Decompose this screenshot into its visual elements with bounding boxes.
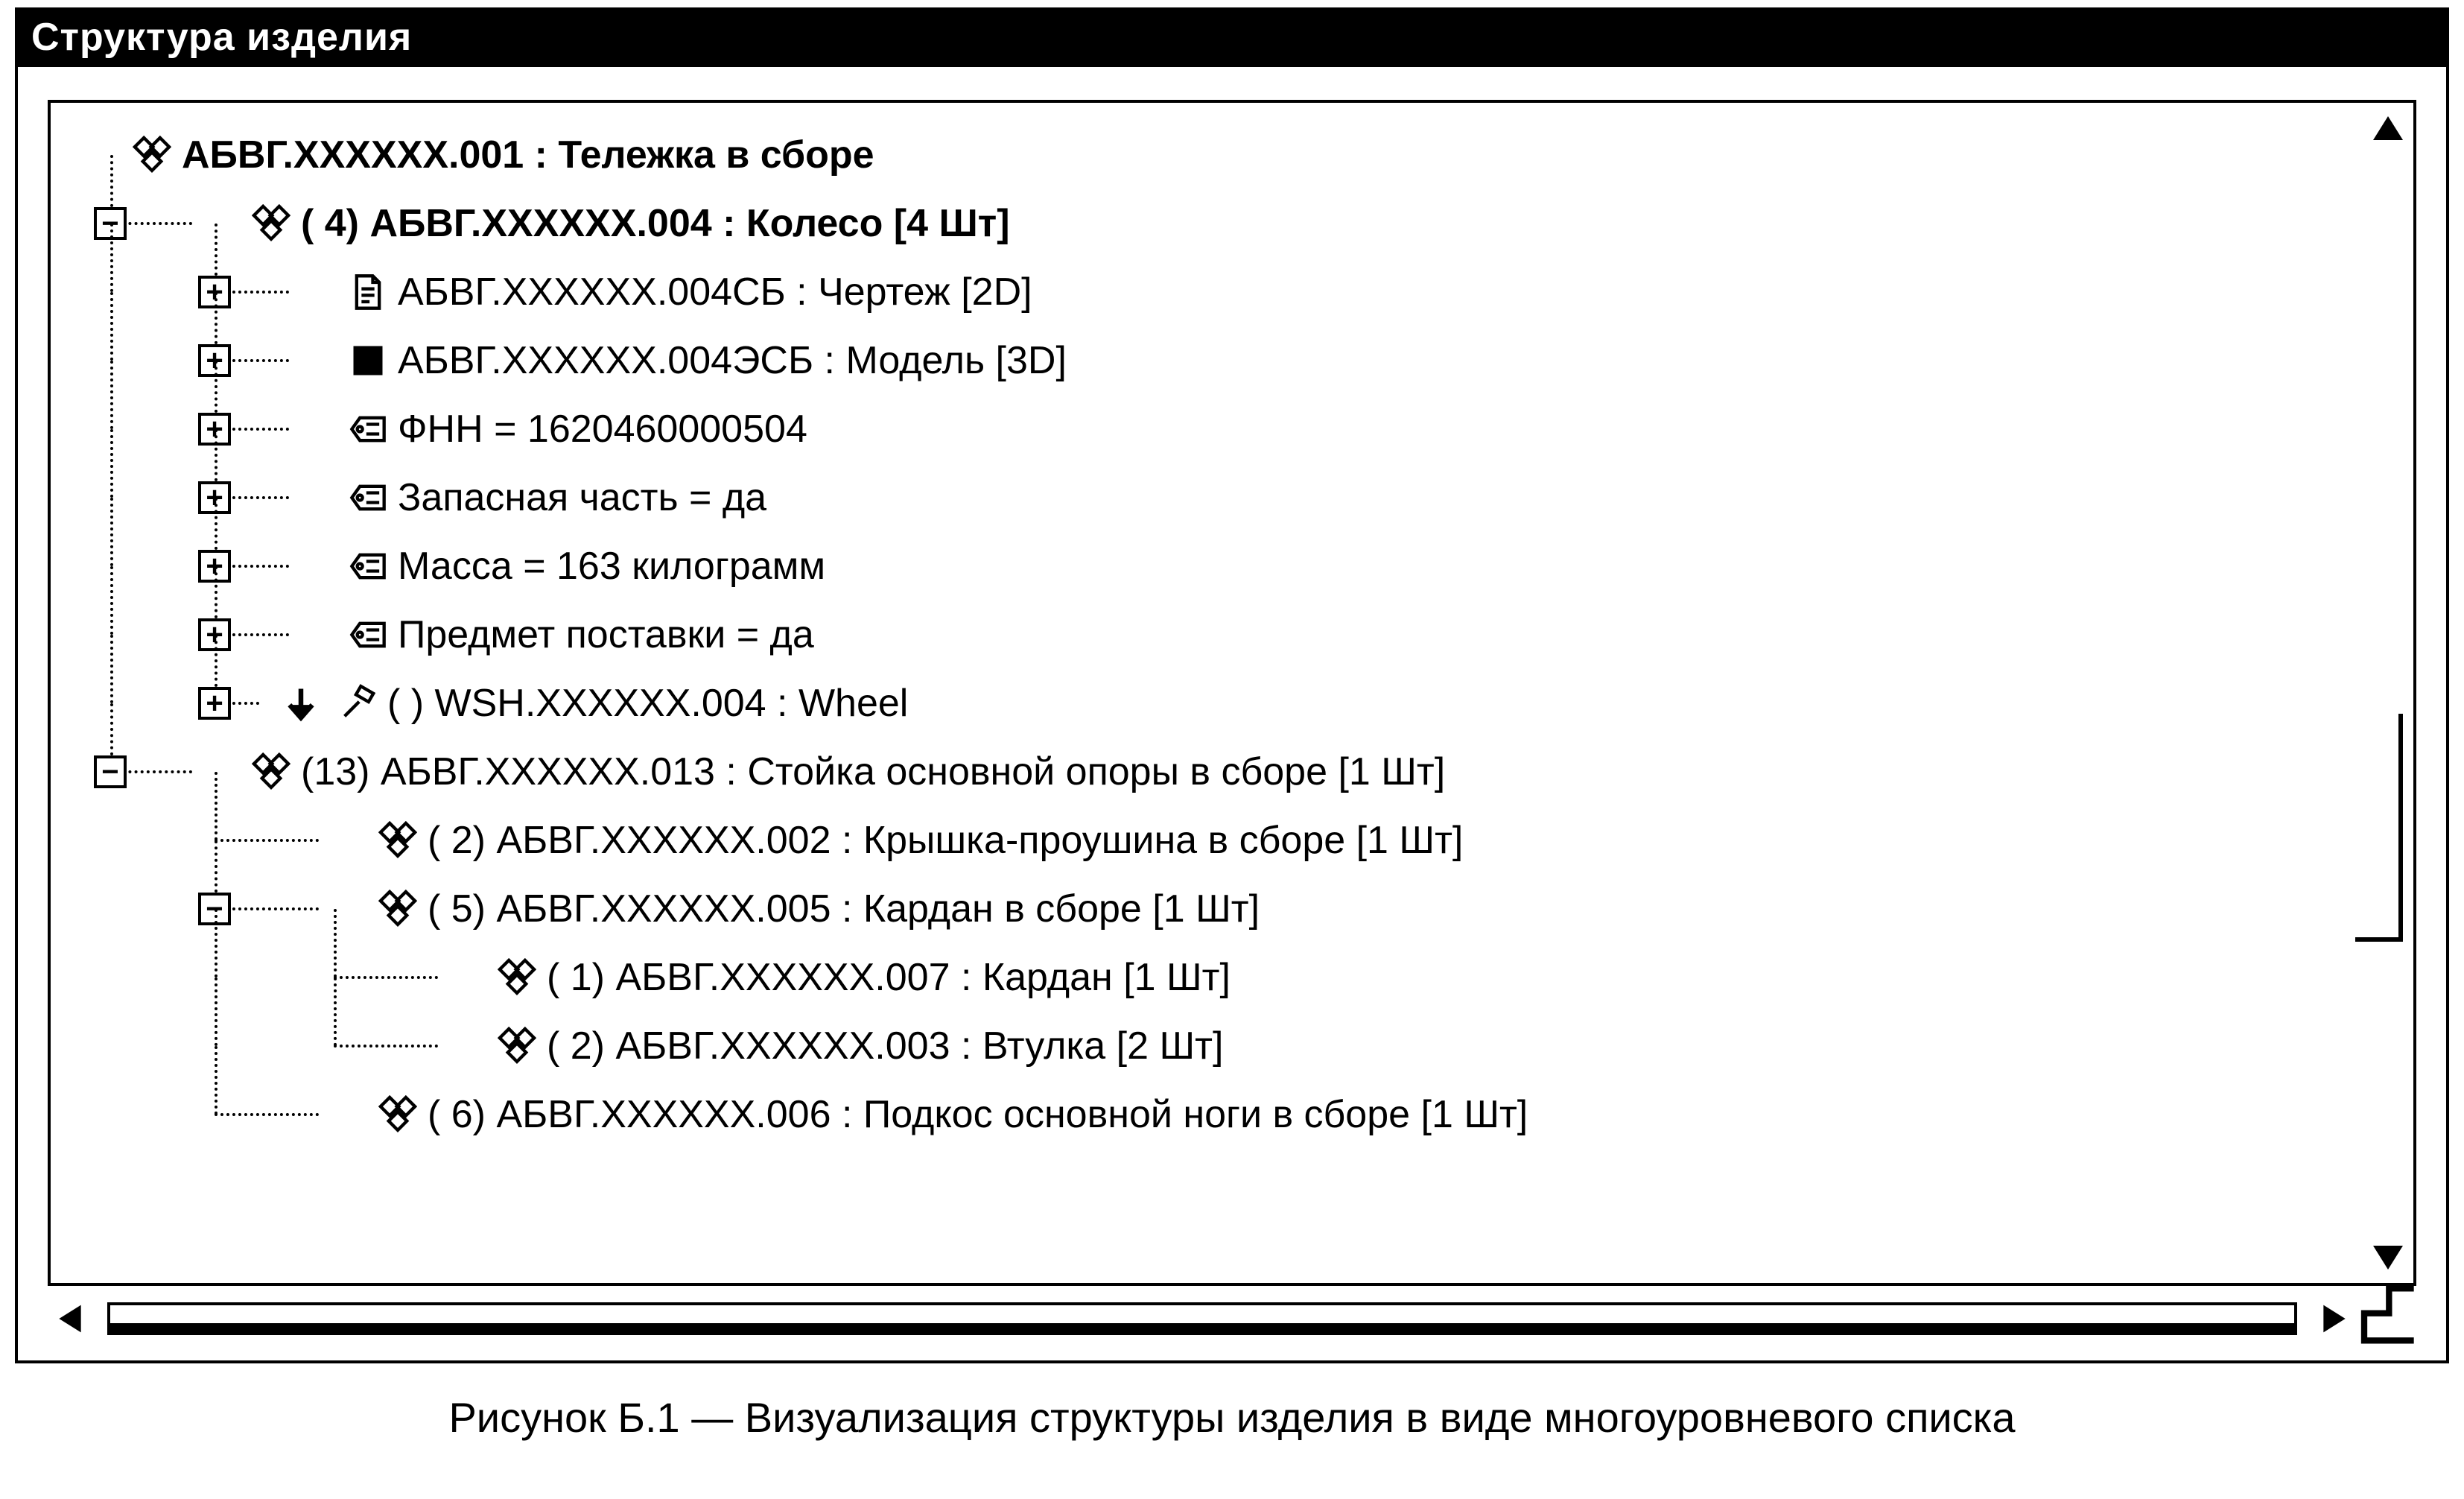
window-title: Структура изделия — [18, 10, 2446, 67]
tree-row-supply[interactable]: + Предмет поставки = да — [73, 600, 2355, 669]
assembly-icon — [498, 958, 536, 997]
tree-row-002[interactable]: ( 2) АБВГ.ХХХХХХ.002 : Крышка-проушина в… — [73, 806, 2355, 875]
tree-label: ( 2) АБВГ.ХХХХХХ.003 : Втулка [2 Шт] — [547, 1024, 1223, 1068]
tree-row-wsh[interactable]: + ( ) WSH.XXXXXX.004 : Wheel — [73, 669, 2355, 738]
scroll-left-icon[interactable] — [48, 1296, 92, 1341]
expander-minus[interactable]: − — [94, 755, 127, 788]
tree-row-004[interactable]: − ( 4) АБВГ.ХХХХХХ.004 : Колесо [4 Шт] — [73, 189, 2355, 258]
tree-row-006[interactable]: ( 6) АБВГ.ХХХХХХ.006 : Подкос основной н… — [73, 1080, 2355, 1149]
tree-label: АБВГ.ХХХХХХ.004СБ : Чертеж [2D] — [398, 270, 1032, 314]
tree-row-005[interactable]: − ( 5) АБВГ.ХХХХХХ.005 : Кардан в сборе … — [73, 875, 2355, 943]
tag-icon — [349, 478, 387, 517]
expander-plus[interactable]: + — [198, 687, 231, 720]
tree-label: Масса = 163 килограмм — [398, 544, 825, 589]
scroll-down-icon[interactable] — [2363, 1232, 2413, 1283]
tree-row-spare[interactable]: + Запасная часть = да — [73, 463, 2355, 532]
assembly-icon — [252, 204, 290, 243]
tree-row-004esb[interactable]: + АБВГ.ХХХХХХ.004ЭСБ : Модель [3D] — [73, 326, 2355, 395]
document-icon — [349, 273, 387, 311]
scroll-right-icon[interactable] — [2312, 1296, 2357, 1341]
tree-label: ( 6) АБВГ.ХХХХХХ.006 : Подкос основной н… — [428, 1092, 1528, 1137]
assembly-icon — [378, 1095, 417, 1134]
figure-caption: Рисунок Б.1 — Визуализация структуры изд… — [0, 1393, 2464, 1442]
resize-grip-icon[interactable] — [2357, 1286, 2416, 1346]
assembly-icon — [378, 821, 417, 860]
tree-label: Запасная часть = да — [398, 475, 766, 520]
tag-icon — [349, 615, 387, 654]
tree-row-003[interactable]: ( 2) АБВГ.ХХХХХХ.003 : Втулка [2 Шт] — [73, 1012, 2355, 1080]
tree-row-mass[interactable]: + Масса = 163 килограмм — [73, 532, 2355, 600]
assembly-icon — [133, 136, 171, 174]
tree-label: ( 1) АБВГ.ХХХХХХ.007 : Кардан [1 Шт] — [547, 955, 1231, 1000]
vscroll-thumb[interactable] — [2395, 714, 2403, 937]
tree-row-root[interactable]: АБВГ.ХХХХХХ.001 : Тележка в сборе — [73, 121, 2355, 189]
vscroll-thumb-edge — [2355, 937, 2403, 942]
tree-view: АБВГ.ХХХХХХ.001 : Тележка в сборе − — [51, 103, 2363, 1283]
tree-label: ФНН = 1620460000504 — [398, 407, 807, 451]
assembly-icon — [252, 752, 290, 791]
tree-row-fnn[interactable]: + ФНН = 1620460000504 — [73, 395, 2355, 463]
assembly-icon — [378, 890, 417, 928]
tree-label: ( 2) АБВГ.ХХХХХХ.002 : Крышка-проушина в… — [428, 818, 1463, 863]
scroll-up-icon[interactable] — [2363, 103, 2413, 153]
tree-label: АБВГ.ХХХХХХ.001 : Тележка в сборе — [182, 133, 874, 177]
vertical-scrollbar[interactable] — [2363, 103, 2413, 1283]
tree-label: Предмет поставки = да — [398, 612, 814, 657]
client-area: АБВГ.ХХХХХХ.001 : Тележка в сборе − — [48, 100, 2416, 1286]
tree-label: АБВГ.ХХХХХХ.004ЭСБ : Модель [3D] — [398, 338, 1067, 383]
horizontal-scrollbar[interactable] — [48, 1292, 2357, 1346]
tree-label: ( ) WSH.XXXXXX.004 : Wheel — [387, 681, 908, 726]
tree-row-013[interactable]: − (13) АБВГ.ХХХХХХ.013 : Стойка основной… — [73, 738, 2355, 806]
tag-icon — [349, 410, 387, 449]
assembly-icon — [498, 1027, 536, 1065]
tag-icon — [349, 547, 387, 586]
tree-label: (13) АБВГ.ХХХХХХ.013 : Стойка основной о… — [301, 750, 1445, 794]
hscroll-track[interactable] — [107, 1302, 2297, 1335]
model-3d-icon — [349, 341, 387, 380]
tree-label: ( 5) АБВГ.ХХХХХХ.005 : Кардан в сборе [1… — [428, 887, 1260, 931]
tree-row-007[interactable]: ( 1) АБВГ.ХХХХХХ.007 : Кардан [1 Шт] — [73, 943, 2355, 1012]
tree-label: ( 4) АБВГ.ХХХХХХ.004 : Колесо [4 Шт] — [301, 201, 1010, 246]
tree-row-004sb[interactable]: + АБВГ.ХХХХХХ.004СБ : Чертеж [2D] — [73, 258, 2355, 326]
structure-window: Структура изделия АБВГ.ХХХХХХ.001 : Теле… — [15, 7, 2449, 1363]
